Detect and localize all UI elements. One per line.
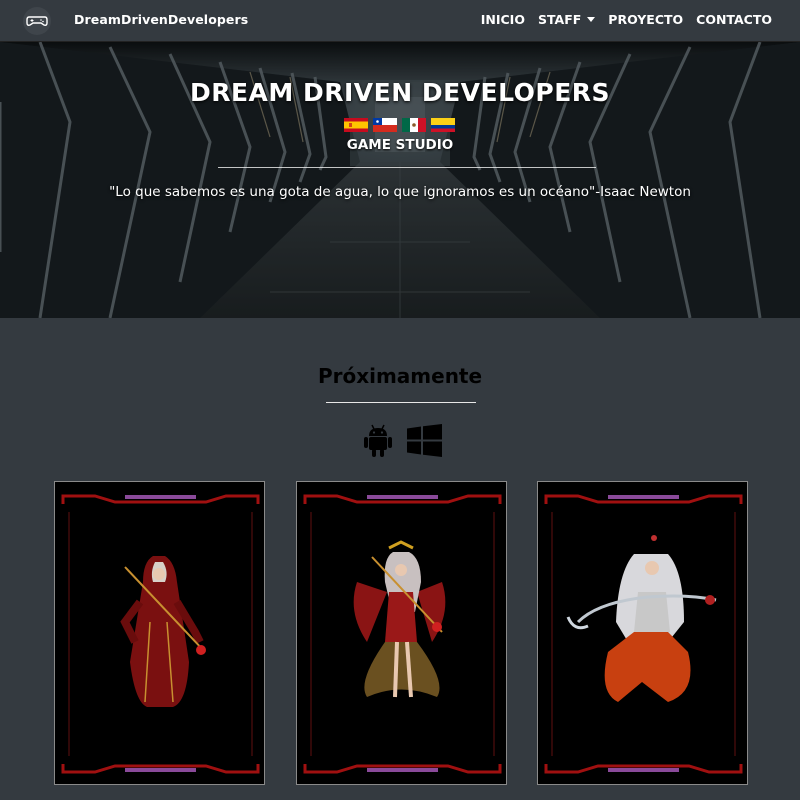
windows-icon bbox=[407, 424, 442, 457]
gamepad-icon bbox=[26, 16, 48, 26]
nav-link-proyecto[interactable]: PROYECTO bbox=[608, 12, 683, 27]
nav-links: INICIO STAFF PROYECTO CONTACTO bbox=[481, 12, 772, 27]
hero-title: DREAM DRIVEN DEVELOPERS bbox=[189, 78, 611, 107]
nav-link-inicio[interactable]: INICIO bbox=[481, 12, 525, 27]
caret-down-icon bbox=[587, 17, 596, 22]
mexico-flag-icon bbox=[402, 118, 426, 132]
brand-logo[interactable] bbox=[23, 7, 51, 35]
hero-divider bbox=[218, 167, 596, 168]
nav-link-staff[interactable]: STAFF bbox=[537, 12, 596, 27]
brand-name[interactable]: DreamDrivenDevelopers bbox=[74, 12, 248, 27]
hero-subtitle: GAME STUDIO bbox=[346, 137, 454, 153]
navbar: DreamDrivenDevelopers INICIO STAFF PROYE… bbox=[0, 0, 800, 42]
hero-quote: "Lo que sabemos es una gota de agua, lo … bbox=[109, 184, 691, 200]
android-icon bbox=[364, 424, 392, 457]
nav-link-staff-label: STAFF bbox=[537, 12, 582, 27]
hero-banner: DREAM DRIVEN DEVELOPERS GAME STUDIO "Lo … bbox=[0, 42, 800, 318]
colombia-flag-icon bbox=[431, 118, 455, 132]
chile-flag-icon bbox=[373, 118, 397, 132]
character-card-1[interactable] bbox=[54, 481, 265, 785]
red-hooded-sorceress-art bbox=[61, 494, 260, 774]
platforms-row bbox=[363, 424, 442, 457]
white-haired-warrior-art bbox=[544, 494, 743, 774]
crowned-sorceress-art bbox=[303, 494, 502, 774]
nav-link-contacto[interactable]: CONTACTO bbox=[696, 12, 772, 27]
character-card-3[interactable] bbox=[537, 481, 748, 785]
flags-row bbox=[344, 118, 455, 132]
section-divider bbox=[326, 402, 476, 403]
spain-flag-icon bbox=[344, 118, 368, 132]
character-card-2[interactable] bbox=[296, 481, 507, 785]
section-title: Próximamente bbox=[317, 364, 483, 388]
